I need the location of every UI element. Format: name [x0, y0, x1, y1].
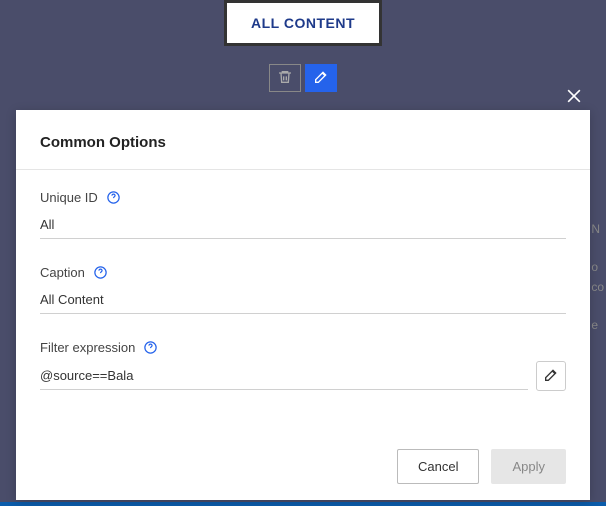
field-label-caption: Caption: [40, 265, 566, 280]
caption-input[interactable]: [40, 286, 566, 314]
field-filter-expression: Filter expression: [40, 340, 566, 391]
help-icon[interactable]: [106, 190, 121, 205]
unique-id-input[interactable]: [40, 211, 566, 239]
toolbar: [269, 64, 337, 92]
trash-icon: [277, 69, 293, 88]
label-text-unique-id: Unique ID: [40, 190, 98, 205]
cancel-button[interactable]: Cancel: [397, 449, 479, 484]
edit-icon: [543, 367, 559, 386]
field-unique-id: Unique ID: [40, 190, 566, 239]
help-icon[interactable]: [143, 340, 158, 355]
close-icon: [564, 94, 584, 109]
delete-button[interactable]: [269, 64, 301, 92]
bottom-bar: [0, 502, 606, 506]
modal-title: Common Options: [40, 134, 566, 151]
close-button[interactable]: [560, 82, 588, 113]
edit-icon: [313, 69, 329, 88]
modal-footer: Cancel Apply: [16, 433, 590, 500]
apply-button[interactable]: Apply: [491, 449, 566, 484]
edit-button[interactable]: [305, 64, 337, 92]
tab-all-content[interactable]: ALL CONTENT: [224, 0, 382, 46]
tab-container: ALL CONTENT: [224, 0, 382, 46]
modal: Common Options Unique ID Caption: [16, 110, 590, 500]
field-label-filter-expression: Filter expression: [40, 340, 566, 355]
field-label-unique-id: Unique ID: [40, 190, 566, 205]
edit-expression-button[interactable]: [536, 361, 566, 391]
field-caption: Caption: [40, 265, 566, 314]
label-text-filter-expression: Filter expression: [40, 340, 135, 355]
label-text-caption: Caption: [40, 265, 85, 280]
help-icon[interactable]: [93, 265, 108, 280]
modal-header: Common Options: [16, 110, 590, 170]
modal-body: Unique ID Caption Filter expre: [16, 170, 590, 433]
background-text: Nocoe: [591, 220, 606, 335]
filter-expression-input[interactable]: [40, 362, 528, 390]
